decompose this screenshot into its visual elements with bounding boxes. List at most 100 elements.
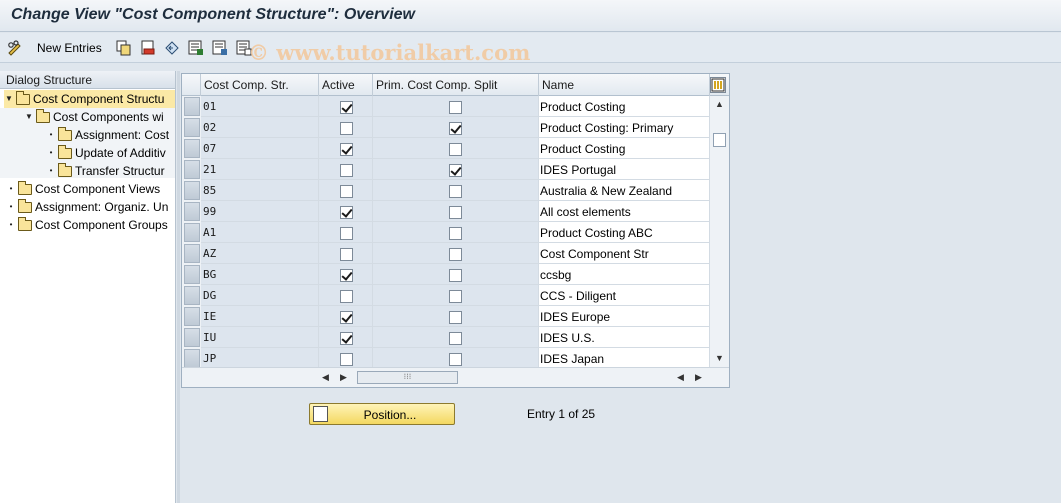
scroll-right-end-icon[interactable]: ▶ (695, 372, 702, 383)
horizontal-scrollbar[interactable]: ◀ ▶ ⁝⁝⁝ ◀ ▶ (182, 367, 729, 387)
table-row[interactable]: AZ Cost Component Str (182, 243, 710, 264)
active-checkbox[interactable] (340, 206, 353, 219)
active-checkbox[interactable] (340, 332, 353, 345)
table-row[interactable]: 07 Product Costing (182, 138, 710, 159)
active-checkbox[interactable] (340, 164, 353, 177)
tree-node-assignment-organiz[interactable]: • Assignment: Organiz. Un (6, 198, 168, 216)
copy-as-button[interactable] (116, 39, 132, 57)
scroll-down-icon[interactable]: ▼ (715, 353, 724, 363)
vertical-scrollbar[interactable]: ▲ ▼ (711, 96, 729, 367)
row-selector[interactable] (184, 160, 200, 179)
name-cell[interactable]: CCS - Diligent (539, 285, 710, 306)
prim-cost-comp-split-checkbox[interactable] (449, 143, 462, 156)
active-checkbox[interactable] (340, 248, 353, 261)
pane-splitter[interactable] (177, 71, 180, 503)
undo-change-button[interactable] (164, 39, 180, 57)
name-cell[interactable]: Product Costing ABC (539, 222, 710, 243)
row-selector[interactable] (184, 118, 200, 137)
prim-cost-comp-split-checkbox[interactable] (449, 122, 462, 135)
table-row[interactable]: 85 Australia & New Zealand (182, 180, 710, 201)
prim-cost-comp-split-checkbox[interactable] (449, 185, 462, 198)
column-header-prim-cost-comp-split[interactable]: Prim. Cost Comp. Split (373, 74, 539, 96)
tree-node-cost-component-groups[interactable]: • Cost Component Groups (6, 216, 168, 234)
tree-node-transfer-structure[interactable]: • Transfer Structur (46, 162, 165, 180)
column-header-name[interactable]: Name (539, 74, 710, 96)
table-row[interactable]: IE IDES Europe (182, 306, 710, 327)
select-all-button[interactable] (188, 39, 204, 57)
tree-node-cost-component-structure[interactable]: ▼ Cost Component Structu (4, 90, 175, 108)
name-cell[interactable]: IDES U.S. (539, 327, 710, 348)
name-cell[interactable]: Australia & New Zealand (539, 180, 710, 201)
scroll-left-end-icon[interactable]: ◀ (677, 372, 684, 383)
row-selector[interactable] (184, 244, 200, 263)
prim-cost-comp-split-checkbox[interactable] (449, 311, 462, 324)
active-checkbox[interactable] (340, 311, 353, 324)
row-selector[interactable] (184, 328, 200, 347)
table-row[interactable]: 01 Product Costing (182, 96, 710, 117)
active-checkbox[interactable] (340, 290, 353, 303)
delete-button[interactable] (140, 39, 156, 57)
prim-cost-comp-split-checkbox[interactable] (449, 290, 462, 303)
prim-cost-comp-split-checkbox[interactable] (449, 353, 462, 366)
column-header-active[interactable]: Active (319, 74, 373, 96)
tree-node-update-additive[interactable]: • Update of Additiv (46, 144, 166, 162)
table-settings-button[interactable] (710, 77, 726, 93)
vertical-scroll-thumb[interactable] (713, 133, 726, 147)
name-cell[interactable]: Product Costing: Primary (539, 117, 710, 138)
prim-cost-comp-split-checkbox[interactable] (449, 332, 462, 345)
prim-cost-comp-split-checkbox[interactable] (449, 164, 462, 177)
scroll-up-icon[interactable]: ▲ (715, 99, 724, 109)
row-selector[interactable] (184, 202, 200, 221)
name-cell[interactable]: Product Costing (539, 96, 710, 117)
table-row[interactable]: IU IDES U.S. (182, 327, 710, 348)
change-display-button[interactable] (7, 39, 23, 57)
row-selector[interactable] (184, 139, 200, 158)
table-row[interactable]: 99 All cost elements (182, 201, 710, 222)
prim-cost-comp-split-checkbox[interactable] (449, 206, 462, 219)
horizontal-scroll-thumb[interactable]: ⁝⁝⁝ (357, 371, 458, 384)
row-selector[interactable] (184, 349, 200, 368)
name-cell[interactable]: Cost Component Str (539, 243, 710, 264)
name-cell[interactable]: ccsbg (539, 264, 710, 285)
active-checkbox[interactable] (340, 143, 353, 156)
row-selector[interactable] (184, 223, 200, 242)
row-selector[interactable] (184, 97, 200, 116)
expand-arrow-icon[interactable]: ▼ (24, 108, 34, 126)
name-cell[interactable]: All cost elements (539, 201, 710, 222)
table-row[interactable]: JP IDES Japan (182, 348, 710, 369)
tree-node-cost-component-views[interactable]: • Cost Component Views (6, 180, 160, 198)
active-checkbox[interactable] (340, 269, 353, 282)
table-row[interactable]: 21 IDES Portugal (182, 159, 710, 180)
name-cell[interactable]: IDES Europe (539, 306, 710, 327)
expand-arrow-icon[interactable]: ▼ (4, 90, 14, 108)
select-block-button[interactable] (212, 39, 228, 57)
position-button[interactable]: Position... (309, 403, 455, 425)
name-cell[interactable]: Product Costing (539, 138, 710, 159)
name-cell[interactable]: IDES Portugal (539, 159, 710, 180)
prim-cost-comp-split-checkbox[interactable] (449, 101, 462, 114)
name-cell[interactable]: IDES Japan (539, 348, 710, 369)
active-checkbox[interactable] (340, 122, 353, 135)
active-checkbox[interactable] (340, 227, 353, 240)
header-row-selector[interactable] (182, 74, 201, 96)
active-checkbox[interactable] (340, 185, 353, 198)
new-entries-button[interactable]: New Entries (37, 39, 102, 57)
scroll-left-icon[interactable]: ◀ (322, 372, 329, 383)
tree-node-assignment-cost[interactable]: • Assignment: Cost (46, 126, 169, 144)
table-row[interactable]: DG CCS - Diligent (182, 285, 710, 306)
row-selector[interactable] (184, 265, 200, 284)
table-row[interactable]: BG ccsbg (182, 264, 710, 285)
table-row[interactable]: 02 Product Costing: Primary (182, 117, 710, 138)
scroll-right-icon[interactable]: ▶ (340, 372, 347, 383)
active-checkbox[interactable] (340, 101, 353, 114)
row-selector[interactable] (184, 307, 200, 326)
column-header-cost-comp-str[interactable]: Cost Comp. Str. (201, 74, 319, 96)
row-selector[interactable] (184, 286, 200, 305)
prim-cost-comp-split-checkbox[interactable] (449, 248, 462, 261)
prim-cost-comp-split-checkbox[interactable] (449, 227, 462, 240)
prim-cost-comp-split-checkbox[interactable] (449, 269, 462, 282)
row-selector[interactable] (184, 181, 200, 200)
table-row[interactable]: A1 Product Costing ABC (182, 222, 710, 243)
tree-node-cost-components[interactable]: ▼ Cost Components wi (24, 108, 164, 126)
active-checkbox[interactable] (340, 353, 353, 366)
